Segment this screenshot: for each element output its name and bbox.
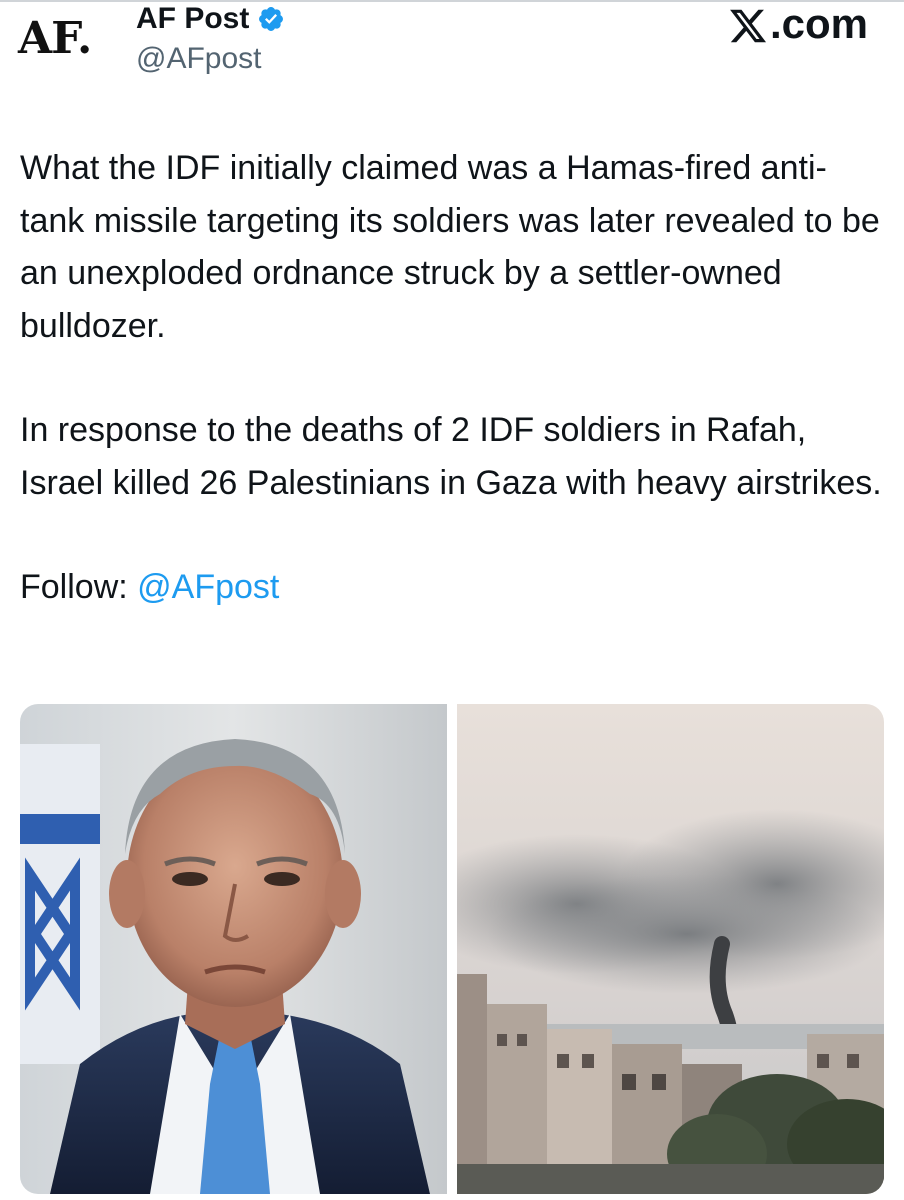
x-logo-icon bbox=[730, 9, 767, 43]
tweet-screenshot: AF. AF Post @AFpost .com What the IDF in… bbox=[0, 0, 904, 1200]
tweet-paragraph-1: What the IDF initially claimed was a Ham… bbox=[20, 149, 880, 345]
author-name-row[interactable]: AF Post bbox=[136, 2, 285, 36]
display-name[interactable]: AF Post bbox=[136, 2, 249, 36]
tweet-paragraph-2: In response to the deaths of 2 IDF soldi… bbox=[20, 411, 882, 502]
follow-line: Follow: @AFpost bbox=[20, 561, 890, 614]
site-watermark: .com bbox=[728, 0, 868, 48]
follow-mention-link[interactable]: @AFpost bbox=[137, 568, 279, 606]
portrait-image bbox=[20, 704, 447, 1194]
follow-label: Follow: bbox=[20, 568, 138, 606]
author-handle[interactable]: @AFpost bbox=[136, 42, 262, 76]
portrait-photo[interactable] bbox=[20, 704, 447, 1194]
airstrike-image bbox=[457, 704, 884, 1194]
verified-badge-icon bbox=[259, 7, 284, 31]
avatar[interactable]: AF. bbox=[18, 8, 118, 68]
tweet-text: What the IDF initially claimed was a Ham… bbox=[20, 142, 890, 614]
avatar-logo-text: AF. bbox=[18, 12, 92, 64]
airstrike-smoke-photo[interactable] bbox=[457, 704, 884, 1194]
site-label: .com bbox=[769, 0, 868, 47]
media-grid bbox=[20, 704, 884, 1194]
